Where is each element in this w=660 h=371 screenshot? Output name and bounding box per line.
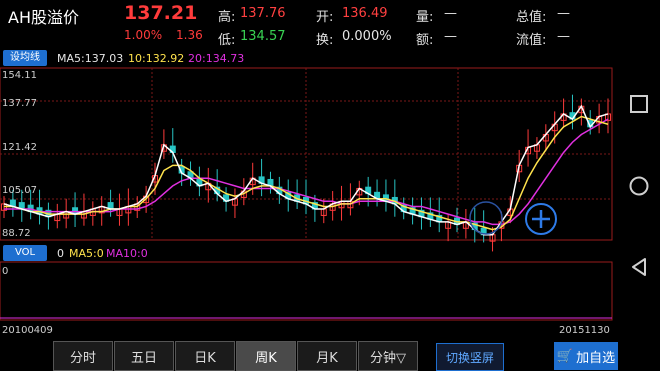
price-axis-label: 121.42: [2, 142, 37, 153]
tab-intraday[interactable]: 分时: [53, 341, 113, 371]
period-tabs: 分时 五日 日K 周K 月K 分钟▽: [53, 341, 419, 371]
tab-monthly-k[interactable]: 月K: [297, 341, 357, 371]
tab-minute-dropdown[interactable]: 分钟▽: [358, 341, 418, 371]
recent-apps-icon[interactable]: [624, 89, 654, 119]
switch-portrait-button[interactable]: 切换竖屏: [436, 343, 504, 371]
vol-ma10: MA10:0: [106, 247, 148, 260]
start-date: 20100409: [2, 325, 53, 336]
vol-value: 0: [57, 247, 64, 260]
price-axis-label: 154.11: [2, 70, 37, 81]
tab-weekly-k[interactable]: 周K: [236, 341, 296, 371]
vol-indicator-button[interactable]: VOL: [3, 245, 47, 261]
vol-axis-label: 0: [2, 266, 9, 277]
tab-daily-k[interactable]: 日K: [175, 341, 235, 371]
price-axis-label: 88.72: [2, 228, 31, 239]
kline-chart[interactable]: [0, 0, 660, 371]
tab-five-day[interactable]: 五日: [114, 341, 174, 371]
add-watchlist-label: 加自选: [576, 350, 616, 366]
price-axis-label: 137.77: [2, 98, 37, 109]
home-icon[interactable]: [624, 171, 654, 201]
zoom-plus-icon[interactable]: [525, 203, 557, 235]
end-date: 20151130: [559, 325, 610, 336]
vol-ma5: MA5:0: [69, 247, 104, 260]
cart-icon: 🛒: [556, 348, 574, 364]
back-icon[interactable]: [624, 252, 654, 282]
add-watchlist-button[interactable]: 🛒 加自选: [554, 342, 618, 370]
price-axis-label: 105.07: [2, 185, 37, 196]
